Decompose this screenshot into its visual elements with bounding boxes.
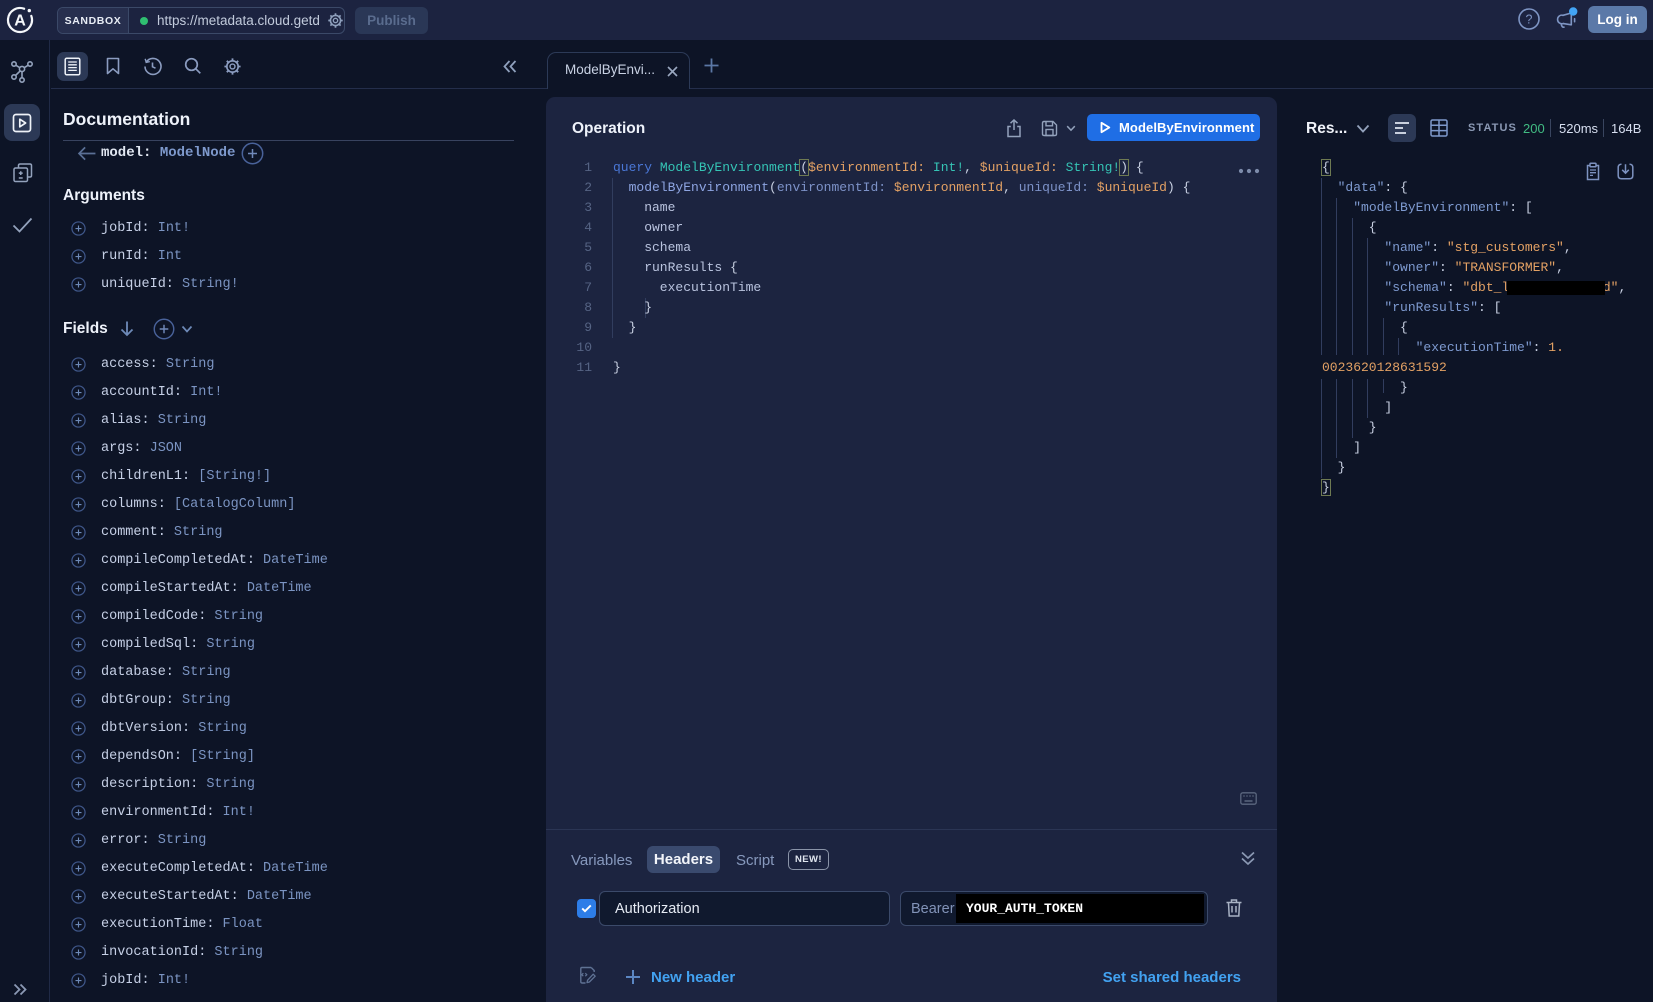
svg-text:A: A [14,13,26,30]
svg-text:?: ? [1526,13,1533,27]
